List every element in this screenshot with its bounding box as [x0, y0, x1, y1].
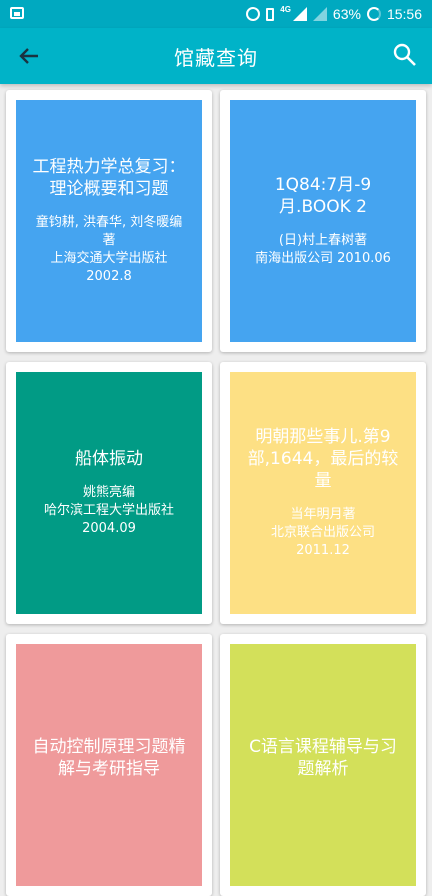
book-cover: C语言课程辅导与习题解析: [230, 644, 416, 886]
signal-2-icon: [312, 7, 327, 21]
book-card[interactable]: 自动控制原理习题精解与考研指导: [6, 634, 212, 896]
status-bar: 4G 63% 15:56: [0, 0, 432, 28]
book-title: C语言课程辅导与习题解析: [249, 737, 397, 779]
book-author: 当年明月著: [290, 507, 356, 522]
book-publisher: 北京联合出版公司: [270, 525, 375, 540]
vibrate-icon: [266, 7, 275, 21]
book-pubinfo: 南海出版公司 2010.06: [255, 250, 391, 268]
page-title: 馆藏查询: [174, 46, 258, 70]
signal-icon: [292, 7, 307, 21]
book-title: 船体振动: [75, 449, 143, 469]
book-title: 明朝那些事儿.第9部,1644，最后的较量: [247, 427, 399, 491]
book-date: 2010.06: [337, 251, 391, 266]
book-title: 工程热力学总复习：理论概要和习题: [32, 157, 186, 199]
book-card[interactable]: 船体振动 姚熊亮编 哈尔滨工程大学出版社 2004.09: [6, 362, 212, 624]
book-publisher: 哈尔滨工程大学出版社: [43, 503, 174, 518]
book-cover: 1Q84:7月-9月.BOOK 2 (日)村上春树著 南海出版公司 2010.0…: [230, 100, 416, 342]
book-card[interactable]: 明朝那些事儿.第9部,1644，最后的较量 当年明月著 北京联合出版公司 201…: [220, 362, 426, 624]
book-cover: 自动控制原理习题精解与考研指导: [16, 644, 202, 886]
clock: 15:56: [386, 6, 422, 22]
battery-icon: [366, 7, 381, 21]
book-author: 童钧耕, 洪春华, 刘冬暖编著: [35, 215, 183, 248]
book-date: 2004.09: [82, 521, 136, 536]
book-date: 2011.12: [296, 543, 350, 558]
book-publisher: 南海出版公司: [255, 251, 334, 266]
book-author: 姚熊亮编: [82, 485, 135, 500]
network-type: 4G: [280, 4, 291, 14]
image-notification-icon: [10, 7, 24, 19]
book-publisher: 上海交通大学出版社: [50, 251, 168, 266]
book-card[interactable]: 1Q84:7月-9月.BOOK 2 (日)村上春树著 南海出版公司 2010.0…: [220, 90, 426, 352]
book-title: 1Q84:7月-9月.BOOK 2: [274, 175, 372, 217]
book-card[interactable]: 工程热力学总复习：理论概要和习题 童钧耕, 洪春华, 刘冬暖编著 上海交通大学出…: [6, 90, 212, 352]
battery-percent: 63%: [332, 6, 361, 22]
book-author: (日)村上春树著: [278, 233, 368, 248]
book-cover: 船体振动 姚熊亮编 哈尔滨工程大学出版社 2004.09: [16, 372, 202, 614]
book-card[interactable]: C语言课程辅导与习题解析: [220, 634, 426, 896]
book-title: 自动控制原理习题精解与考研指导: [32, 737, 186, 779]
search-icon[interactable]: [390, 40, 420, 70]
book-date: 2002.8: [86, 269, 132, 284]
hotspot-icon: [246, 7, 261, 21]
book-cover: 明朝那些事儿.第9部,1644，最后的较量 当年明月著 北京联合出版公司 201…: [230, 372, 416, 614]
app-bar: 馆藏查询: [0, 28, 432, 84]
book-cover: 工程热力学总复习：理论概要和习题 童钧耕, 洪春华, 刘冬暖编著 上海交通大学出…: [16, 100, 202, 342]
